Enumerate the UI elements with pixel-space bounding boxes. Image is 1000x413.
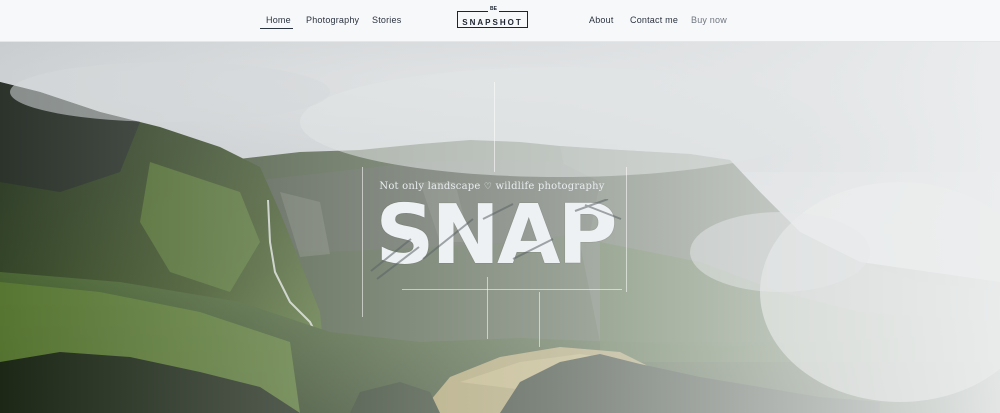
hero-headline: SNAP	[375, 188, 617, 283]
decor-guide-line	[539, 292, 540, 347]
decor-guide-line	[402, 289, 622, 290]
decor-guide-line	[487, 277, 488, 339]
logo-text: SNAPSHOT	[462, 18, 523, 27]
decor-guide-line	[494, 82, 495, 172]
nav-buy-now-link[interactable]: Buy now	[691, 0, 727, 41]
top-navigation: Home Photography Stories BE SNAPSHOT Abo…	[0, 0, 1000, 42]
site-logo[interactable]: BE SNAPSHOT	[457, 6, 528, 28]
nav-about-link[interactable]: About	[589, 0, 614, 41]
nav-contact-link[interactable]: Contact me	[630, 0, 678, 41]
logo-prefix: BE	[488, 6, 499, 12]
nav-photography-link[interactable]: Photography	[306, 0, 359, 41]
nav-home-link[interactable]: Home	[266, 0, 291, 41]
nav-stories-link[interactable]: Stories	[372, 0, 401, 41]
active-indicator	[260, 28, 293, 29]
